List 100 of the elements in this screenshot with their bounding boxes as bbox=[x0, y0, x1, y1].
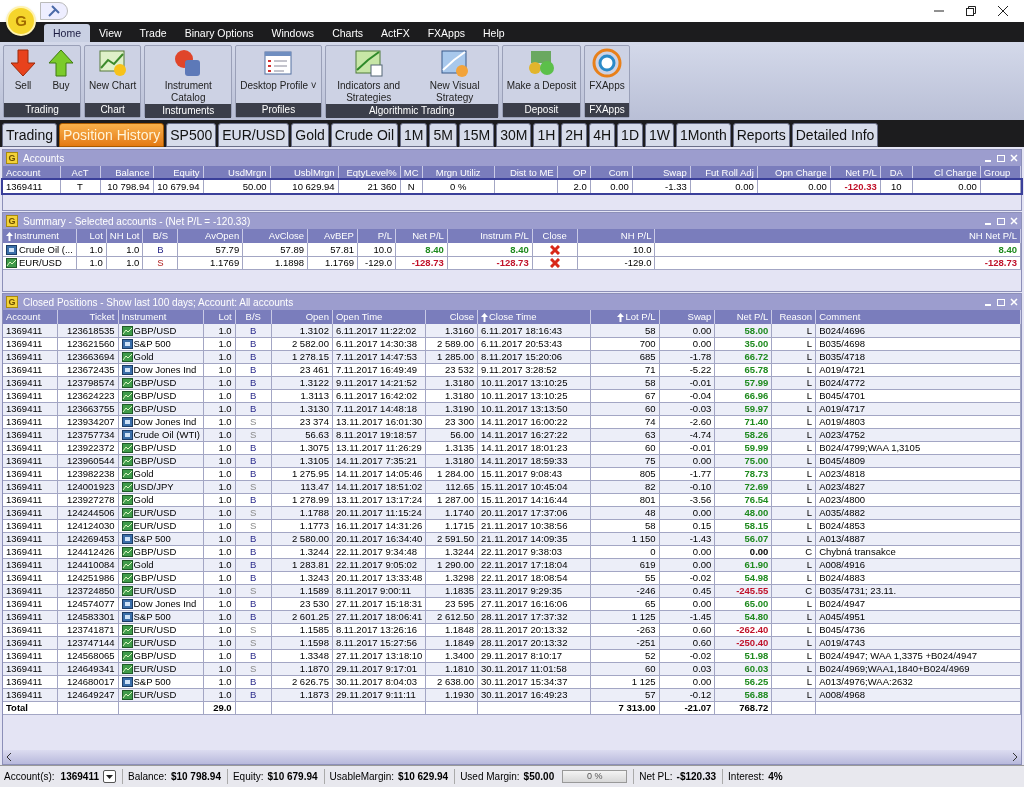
sort-arrow-icon[interactable] bbox=[6, 232, 13, 241]
close-position-icon[interactable] bbox=[549, 245, 560, 255]
tab[interactable]: 1Month bbox=[676, 123, 731, 147]
tab[interactable]: 2H bbox=[561, 123, 588, 147]
ribbon-button[interactable]: FXApps bbox=[585, 46, 629, 103]
tab[interactable]: 1W bbox=[645, 123, 674, 147]
close-icon[interactable] bbox=[998, 6, 1008, 16]
table-cell: A023/4818 bbox=[815, 467, 1021, 481]
tab[interactable]: Gold bbox=[291, 123, 329, 147]
table-cell: 1369411 bbox=[3, 636, 58, 650]
table-cell: B035/4698 bbox=[815, 337, 1021, 351]
column-header[interactable]: Reason bbox=[771, 310, 816, 325]
menu-tab[interactable]: Help bbox=[474, 24, 514, 42]
table-cell: 58 bbox=[590, 519, 660, 533]
menu-tab[interactable]: View bbox=[90, 24, 131, 42]
column-header[interactable]: Close bbox=[532, 229, 578, 244]
column-header[interactable]: Net P/L bbox=[395, 229, 448, 244]
table-cell: 1.1773 bbox=[271, 519, 333, 533]
table-cell: 76.54 bbox=[714, 493, 772, 507]
table-cell: 75.00 bbox=[714, 454, 772, 468]
account-row[interactable]: 1369411 T 10 798.94 10 679.94 50.00 10 629.94 21 360 N 0 % 2.0 0.00 -1.33 0.00 0.00 -120.33 10 0.00 bbox=[3, 180, 1021, 194]
column-header[interactable]: NH P/L bbox=[577, 229, 655, 244]
column-header[interactable]: AvClose bbox=[242, 229, 308, 244]
table-cell: 21.11.2017 10:38:56 bbox=[477, 519, 591, 533]
menu-tab[interactable]: Trade bbox=[130, 24, 176, 42]
maximize-icon[interactable] bbox=[997, 217, 1005, 225]
ribbon-button[interactable]: Desktop Profile ˅ bbox=[236, 46, 321, 103]
menu-tab[interactable]: Binary Options bbox=[175, 24, 263, 42]
ribbon-button[interactable]: New Chart bbox=[85, 46, 141, 103]
tab[interactable]: SP500 bbox=[166, 123, 217, 147]
column-header[interactable]: B/S bbox=[235, 310, 272, 325]
ribbon-button[interactable]: New Visual Strategy bbox=[411, 46, 498, 104]
column-header[interactable]: NH Lot bbox=[106, 229, 143, 244]
tab[interactable]: EUR/USD bbox=[218, 123, 290, 147]
column-header[interactable]: Close bbox=[425, 310, 478, 325]
table-cell: 1.0 bbox=[203, 467, 236, 481]
column-header[interactable]: Instrument bbox=[3, 229, 77, 244]
column-header[interactable]: Net P/L bbox=[714, 310, 772, 325]
menu-tab[interactable]: Windows bbox=[262, 24, 324, 42]
column-header[interactable]: NH Net P/L bbox=[654, 229, 1021, 244]
ribbon-button[interactable]: Make a Deposit bbox=[502, 46, 581, 103]
column-header[interactable]: Close Time bbox=[477, 310, 591, 325]
table-cell: B bbox=[235, 545, 272, 559]
column-header[interactable]: Instrum P/L bbox=[447, 229, 533, 244]
table-cell: 23 300 bbox=[425, 415, 478, 429]
sort-arrow-icon[interactable] bbox=[480, 313, 488, 322]
scroll-left-icon[interactable] bbox=[6, 753, 12, 761]
menu-tab[interactable]: Home bbox=[44, 24, 90, 42]
tab[interactable]: Trading bbox=[2, 123, 57, 147]
tab[interactable]: Reports bbox=[732, 123, 790, 147]
ribbon-button[interactable]: Indicators and Strategies bbox=[325, 46, 412, 104]
menu-tab[interactable]: Charts bbox=[323, 24, 373, 42]
tab[interactable]: Position History bbox=[58, 123, 165, 147]
tab[interactable]: 5M bbox=[429, 123, 457, 147]
column-header[interactable]: Ticket bbox=[57, 310, 118, 325]
column-header[interactable]: P/L bbox=[357, 229, 396, 244]
column-header[interactable]: Account bbox=[3, 310, 58, 325]
column-header[interactable]: Comment bbox=[815, 310, 1021, 325]
close-position-icon[interactable] bbox=[549, 258, 560, 269]
menu-tab[interactable]: FXApps bbox=[418, 24, 474, 42]
tab[interactable]: 4H bbox=[589, 123, 616, 147]
column-header[interactable]: Lot bbox=[203, 310, 236, 325]
table-cell: B bbox=[235, 571, 272, 585]
horizontal-scrollbar[interactable] bbox=[3, 750, 1021, 764]
app-logo: G bbox=[6, 215, 18, 227]
ribbon-button[interactable]: Sell bbox=[4, 46, 42, 103]
table-cell: B bbox=[235, 454, 272, 468]
scroll-right-icon[interactable] bbox=[1012, 753, 1018, 761]
table-cell: 60.03 bbox=[714, 662, 772, 676]
column-header[interactable]: Open bbox=[271, 310, 333, 325]
tab[interactable]: 1D bbox=[617, 123, 643, 147]
column-header[interactable]: AvBEP bbox=[307, 229, 358, 244]
column-header[interactable]: Open Time bbox=[332, 310, 426, 325]
ribbon-button[interactable]: Instrument Catalog bbox=[145, 46, 232, 104]
tab[interactable]: Detailed Info bbox=[791, 123, 879, 147]
tab[interactable]: 30M bbox=[496, 123, 532, 147]
table-cell: 14.11.2017 16:27:22 bbox=[477, 428, 591, 442]
column-header[interactable]: Instrument bbox=[118, 310, 204, 325]
table-cell: 65.78 bbox=[714, 363, 772, 377]
sort-arrow-icon[interactable] bbox=[617, 313, 625, 322]
maximize-icon[interactable] bbox=[997, 298, 1005, 306]
menu-tab[interactable]: ActFX bbox=[372, 24, 419, 42]
column-header[interactable]: AvOpen bbox=[177, 229, 243, 244]
tab[interactable]: 1M bbox=[400, 123, 428, 147]
restore-icon[interactable] bbox=[966, 6, 976, 16]
table-cell: 65.00 bbox=[714, 597, 772, 611]
column-header[interactable]: Lot bbox=[76, 229, 107, 244]
tab[interactable]: Crude Oil bbox=[330, 123, 398, 147]
tab[interactable]: 1H bbox=[533, 123, 560, 147]
ribbon-button[interactable]: Buy bbox=[42, 46, 80, 103]
column-header[interactable]: Lot P/L bbox=[590, 310, 660, 325]
tab[interactable]: 15M bbox=[458, 123, 495, 147]
column-header[interactable]: Swap bbox=[659, 310, 715, 325]
app-logo[interactable]: G bbox=[6, 6, 36, 36]
maximize-icon[interactable] bbox=[997, 154, 1005, 162]
table-cell: B045/4809 bbox=[815, 454, 1021, 468]
column-header[interactable]: B/S bbox=[142, 229, 178, 244]
quick-access-bar[interactable] bbox=[40, 2, 68, 20]
account-dropdown[interactable] bbox=[102, 770, 116, 783]
table-cell: -0.01 bbox=[659, 441, 715, 455]
